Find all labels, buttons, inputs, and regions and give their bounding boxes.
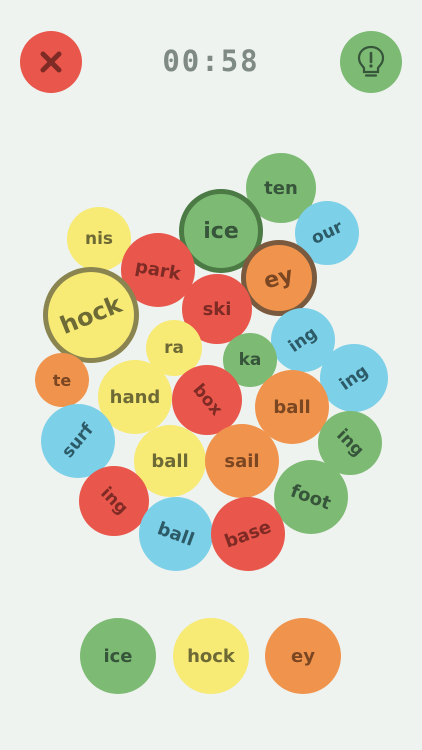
- tray-bubble-hock[interactable]: hock: [173, 618, 249, 694]
- bubble-foot[interactable]: foot: [274, 460, 348, 534]
- bubble-label: hand: [109, 386, 161, 408]
- bubble-ing[interactable]: ing: [320, 344, 388, 412]
- bubble-hock[interactable]: hock: [43, 267, 139, 363]
- selected-word-tray: ice hock ey: [0, 610, 422, 710]
- bubble-label: ball: [273, 396, 311, 418]
- bubble-label: ing: [284, 323, 322, 357]
- bubble-label: ten: [264, 177, 298, 199]
- tray-bubble-ey[interactable]: ey: [265, 618, 341, 694]
- bubble-label: box: [188, 380, 226, 420]
- bubble-label: ball: [151, 450, 189, 472]
- bubble-label: te: [52, 370, 72, 390]
- tray-bubble-label: ice: [103, 645, 133, 667]
- bubble-label: nis: [84, 229, 114, 249]
- bubble-label: ing: [335, 361, 373, 395]
- tray-bubble-ice[interactable]: ice: [80, 618, 156, 694]
- bubble-sail[interactable]: sail: [205, 424, 279, 498]
- bubble-label: ice: [203, 218, 239, 244]
- bubble-ing[interactable]: ing: [79, 466, 149, 536]
- bubble-label: base: [221, 515, 275, 553]
- bubble-label: ski: [202, 298, 232, 320]
- bubble-label: sail: [224, 450, 260, 472]
- bubble-label: ka: [238, 350, 262, 370]
- tray-bubble-label: ey: [291, 645, 315, 667]
- bubble-label: hock: [56, 290, 126, 340]
- bubble-label: ra: [164, 338, 184, 358]
- bubble-label: ing: [96, 483, 132, 519]
- bubble-label: surf: [58, 420, 98, 462]
- tray-bubble-label: hock: [187, 645, 235, 667]
- bubble-ey[interactable]: ey: [241, 240, 317, 316]
- bubble-board: ten ice our nis park ey hock ski ing ra ka ing te han…: [0, 0, 422, 620]
- bubble-label: ey: [261, 262, 297, 294]
- bubble-label: ball: [154, 517, 198, 551]
- bubble-ball[interactable]: ball: [139, 497, 213, 571]
- bubble-te[interactable]: te: [35, 353, 89, 407]
- bubble-label: foot: [288, 480, 334, 514]
- bubble-label: park: [133, 255, 183, 285]
- bubble-base[interactable]: base: [211, 497, 285, 571]
- bubble-label: our: [308, 217, 346, 249]
- bubble-label: ing: [332, 425, 368, 461]
